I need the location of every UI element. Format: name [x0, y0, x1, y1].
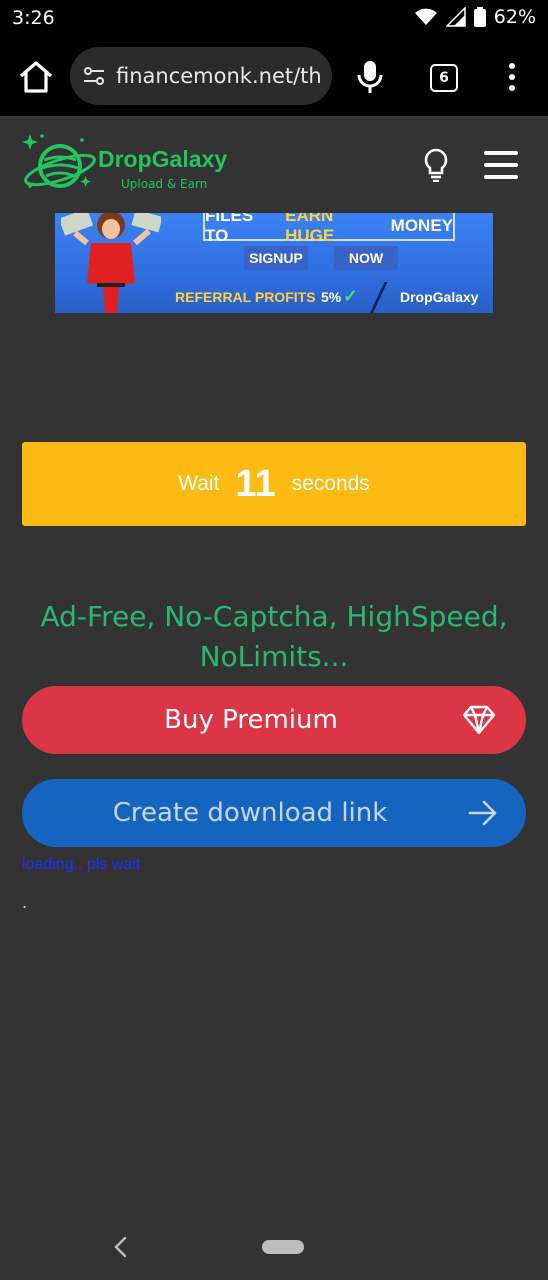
status-bar: 3:26 62%	[0, 0, 548, 36]
buy-premium-button[interactable]: Buy Premium	[22, 686, 526, 754]
site-header: DropGalaxy Upload & Earn	[0, 118, 548, 214]
ad-percent: 5%	[321, 289, 342, 305]
planet-logo-icon[interactable]	[22, 130, 100, 198]
brand-tagline: Upload & Earn	[121, 177, 208, 191]
address-bar[interactable]: financemonk.net/th	[70, 47, 332, 105]
ad-brand: DropGalaxy	[400, 289, 479, 305]
browser-toolbar: financemonk.net/th 6	[0, 36, 548, 118]
ad-footer: REFERRAL PROFITS 5% ✓ DropGalaxy	[167, 282, 493, 313]
battery-percent: 62%	[493, 6, 536, 28]
countdown-seconds: 11	[235, 462, 276, 505]
url-text[interactable]: financemonk.net/th	[116, 64, 322, 88]
countdown-prefix: Wait	[178, 472, 220, 495]
ad-banner[interactable]: FILES TO EARN HUGE MONEY SIGNUP NOW REFE…	[55, 213, 493, 313]
hamburger-menu-icon[interactable]	[484, 151, 518, 179]
tab-switcher-button[interactable]: 6	[430, 64, 458, 92]
checkmark-icon: ✓	[343, 286, 359, 306]
signal-icon	[445, 7, 466, 27]
ad-signup-button[interactable]: SIGNUP	[244, 246, 308, 270]
home-icon[interactable]	[18, 60, 54, 94]
countdown-box: Wait 11 seconds	[22, 442, 526, 526]
ad-referral-text: REFERRAL PROFITS	[175, 289, 316, 305]
ad-divider	[369, 282, 388, 313]
brand-name[interactable]: DropGalaxy	[98, 146, 227, 173]
nav-home-pill[interactable]	[262, 1240, 304, 1254]
microphone-icon[interactable]	[356, 60, 384, 94]
premium-tagline: Ad-Free, No-Captcha, HighSpeed, NoLimits…	[40, 600, 508, 673]
more-options-icon[interactable]	[502, 62, 522, 92]
ad-now-button[interactable]: NOW	[334, 246, 398, 270]
ad-headline: FILES TO EARN HUGE MONEY	[203, 213, 455, 245]
battery-icon	[473, 7, 486, 27]
status-time: 3:26	[12, 7, 55, 29]
site-settings-icon[interactable]	[82, 64, 106, 88]
countdown-suffix: seconds	[291, 472, 370, 495]
wifi-icon	[414, 8, 437, 25]
promo-woman-image	[61, 213, 161, 313]
nav-back-icon[interactable]	[112, 1236, 130, 1258]
create-download-link-button[interactable]: Create download link	[22, 779, 526, 847]
buy-premium-label[interactable]: Buy Premium	[22, 705, 462, 735]
create-download-link-label[interactable]: Create download link	[22, 798, 468, 828]
status-icons: 62%	[414, 6, 536, 28]
loading-status-text: loading.. pls wait	[22, 856, 141, 873]
arrow-right-icon	[468, 800, 497, 826]
diamond-icon	[462, 705, 496, 735]
lightbulb-icon[interactable]	[422, 148, 450, 182]
dot-text: .	[22, 893, 28, 912]
